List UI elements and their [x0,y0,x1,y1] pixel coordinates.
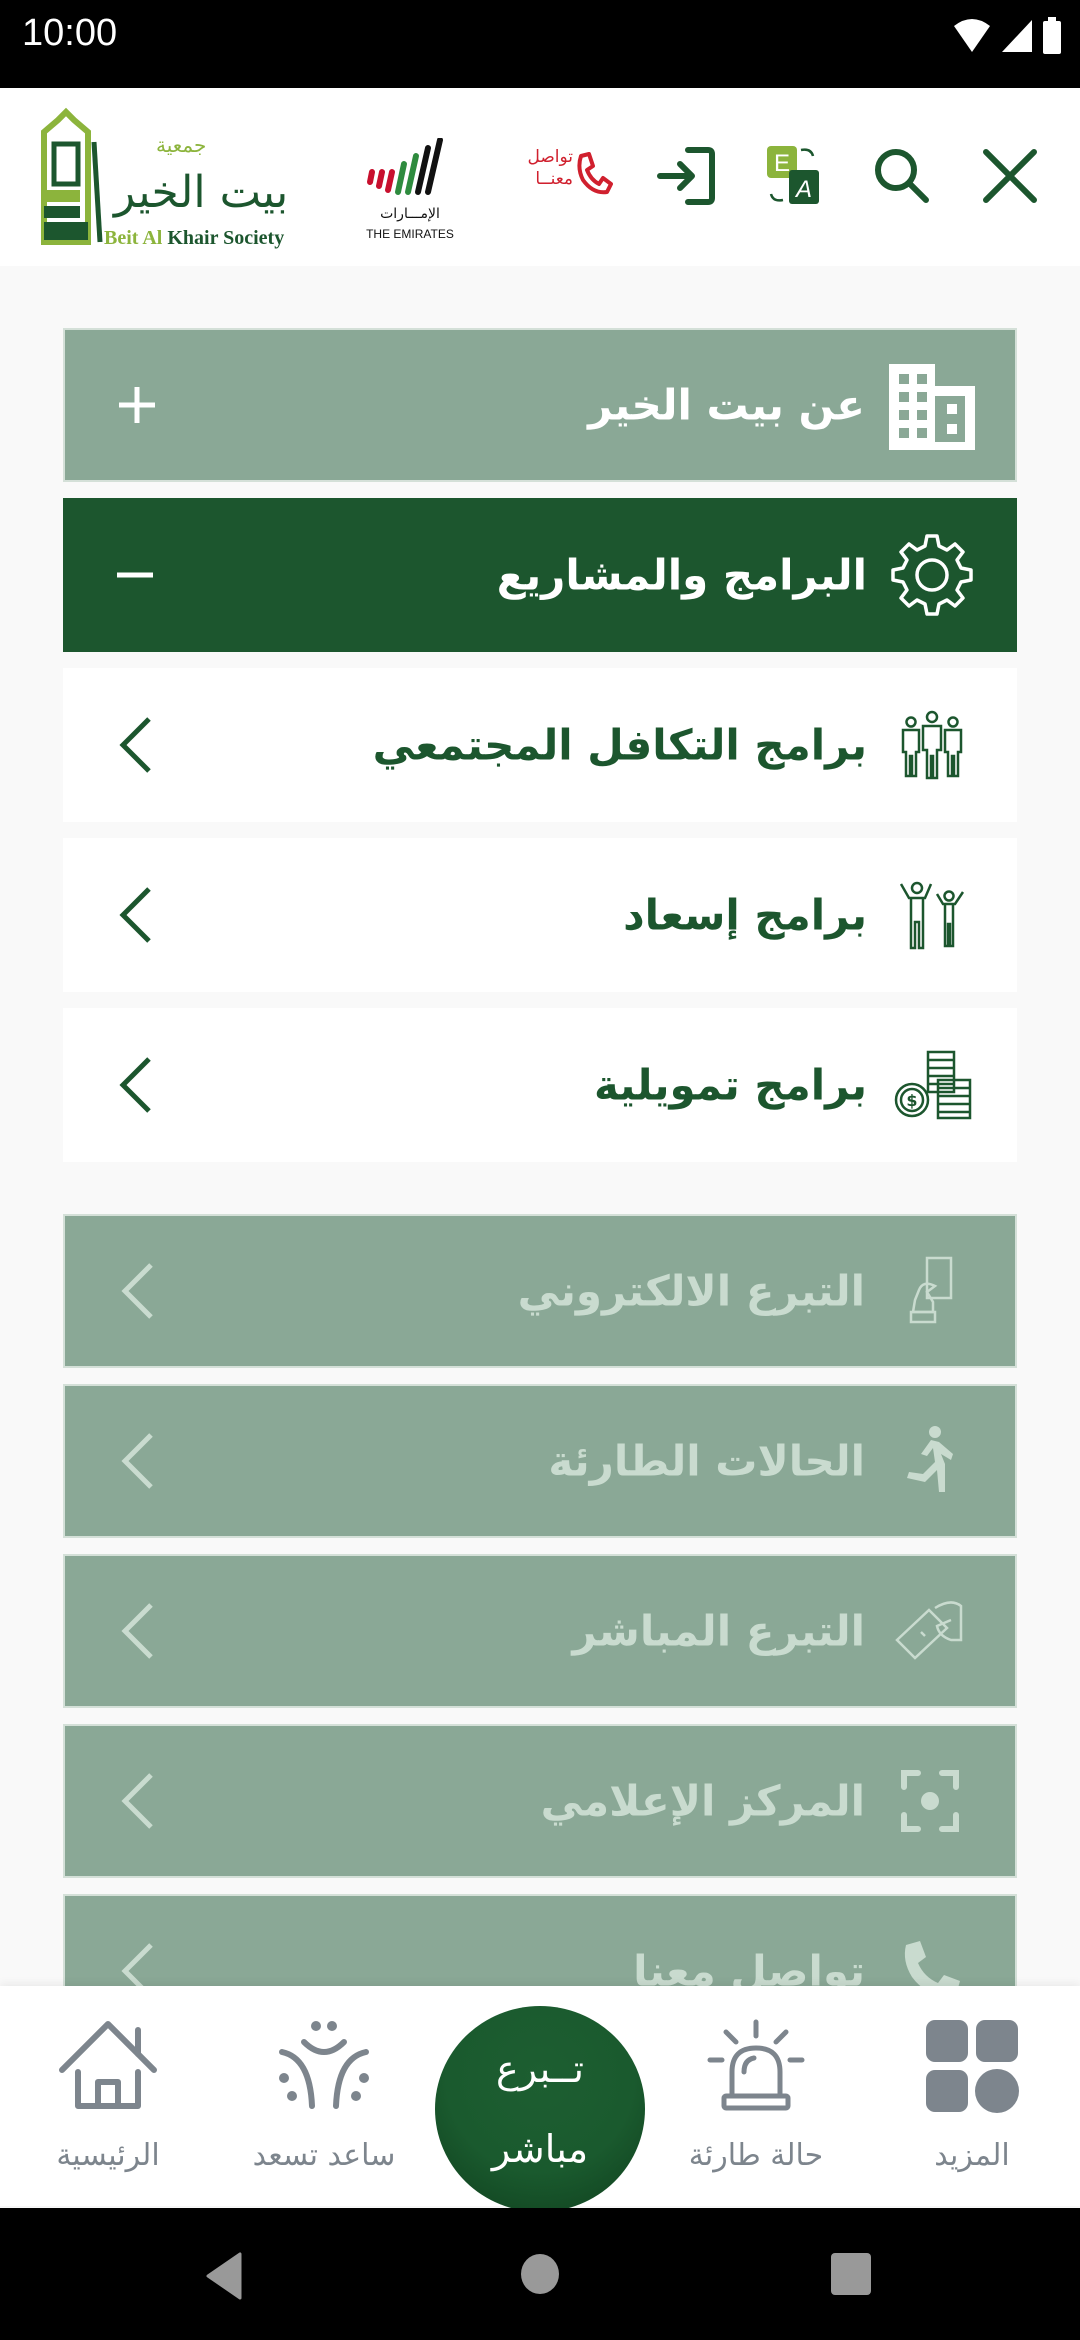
nav-label: الرئيسية [56,2138,160,2173]
language-toggle-button[interactable]: E A [757,140,829,212]
close-icon [983,149,1037,203]
camera-focus-icon [885,1756,975,1846]
header-contact-label: تواصل معنــا [527,147,573,189]
menu-section-label: عن بيت الخير [588,380,865,430]
nav-more[interactable]: المزيد [872,1986,1072,2206]
donate-line2: مباشر [491,2127,589,2171]
menu-link-direct-donation[interactable]: التبرع المباشر [63,1554,1017,1708]
language-toggle-icon: E A [767,146,819,204]
menu-link-label: التبرع الالكتروني [517,1266,865,1316]
coins-icon: $ [887,1040,977,1130]
nav-label: المزيد [934,2138,1010,2173]
svg-text:جمعية: جمعية [156,133,206,157]
nav-home[interactable]: الرئيسية [8,1986,208,2206]
phone-icon [577,152,613,195]
logo-english: Beit Al Khair Society [104,227,284,249]
status-time: 10:00 [22,12,118,54]
nav-emergency[interactable]: حالة طارئة [656,1986,856,2206]
running-person-icon [885,1416,975,1506]
status-bar: 10:00 [0,0,1080,88]
svg-text:$: $ [906,1091,917,1110]
submenu-item-happiness[interactable]: برامج إسعاد [63,838,1017,992]
chevron-left-icon [109,1256,165,1326]
wifi-icon [954,19,990,52]
expand-icon [109,370,165,440]
gear-icon [887,530,977,620]
chevron-left-icon [109,1596,165,1666]
nav-label: ساعد تسعد [252,2138,396,2173]
phone-hand-icon [885,1246,975,1336]
menu-link-emergencies[interactable]: الحالات الطارئة [63,1384,1017,1538]
home-icon [58,2016,158,2116]
more-grid-icon [922,2016,1022,2116]
building-icon [885,360,975,450]
login-button[interactable] [650,140,722,212]
collapse-icon [107,540,163,610]
direct-donation-button[interactable]: تــبرع مباشر [435,2006,645,2212]
close-button[interactable] [974,140,1046,212]
app-header: بيت الخير جمعية Beit Al Khair Society ال… [0,88,1080,266]
the-emirates-logo: الإمـــارات THE EMIRATES [360,137,460,248]
menu-link-label: التبرع المباشر [572,1606,865,1656]
submenu-item-label: برامج تمويلية [594,1060,867,1110]
login-icon [657,147,715,205]
hand-money-icon [885,1586,975,1676]
chevron-left-icon [107,1050,163,1120]
signal-icon [1002,20,1032,52]
chevron-left-icon [107,710,163,780]
search-icon [875,149,929,203]
back-icon[interactable] [204,2252,244,2300]
menu-link-media-center[interactable]: المركز الإعلامي [63,1724,1017,1878]
people-group-icon [887,700,977,790]
siren-icon [706,2016,806,2116]
chevron-left-icon [109,1766,165,1836]
nav-label: حالة طارئة [688,2138,824,2173]
search-button[interactable] [866,140,938,212]
home-circle-icon[interactable] [520,2252,560,2296]
side-menu: عن بيت الخير البرامج والمشاريع برامج الت… [63,328,1017,2064]
menu-link-e-donation[interactable]: التبرع الالكتروني [63,1214,1017,1368]
recents-icon[interactable] [830,2252,872,2296]
menu-link-label: الحالات الطارئة [548,1436,865,1486]
submenu-item-social-solidarity[interactable]: برامج التكافل المجتمعي [63,668,1017,822]
svg-text:THE EMIRATES: THE EMIRATES [366,227,454,241]
submenu-item-label: برامج التكافل المجتمعي [372,720,867,770]
submenu-item-financing[interactable]: $ برامج تمويلية [63,1008,1017,1162]
beit-al-khair-logo[interactable]: بيت الخير جمعية Beit Al Khair Society [36,102,306,252]
status-icons [952,16,1062,56]
system-navigation-bar [0,2208,1080,2340]
battery-icon [1043,17,1061,54]
donate-line1: تــبرع [496,2047,584,2091]
chevron-left-icon [107,880,163,950]
menu-section-programs[interactable]: البرامج والمشاريع [63,498,1017,652]
menu-section-about[interactable]: عن بيت الخير [63,328,1017,482]
menu-link-label: المركز الإعلامي [540,1776,865,1826]
logo-arabic: بيت الخير [112,167,288,218]
submenu-item-label: برامج إسعاد [623,890,867,940]
svg-text:E: E [774,150,790,177]
nav-help-happy[interactable]: ساعد تسعد [224,1986,424,2206]
header-contact-us[interactable]: تواصل معنــا [515,146,615,206]
chevron-left-icon [109,1426,165,1496]
svg-text:A: A [794,176,812,203]
happy-people-icon [887,870,977,960]
svg-text:الإمـــارات: الإمـــارات [380,206,440,222]
menu-section-label: البرامج والمشاريع [496,550,867,600]
help-happy-icon [274,2016,374,2116]
